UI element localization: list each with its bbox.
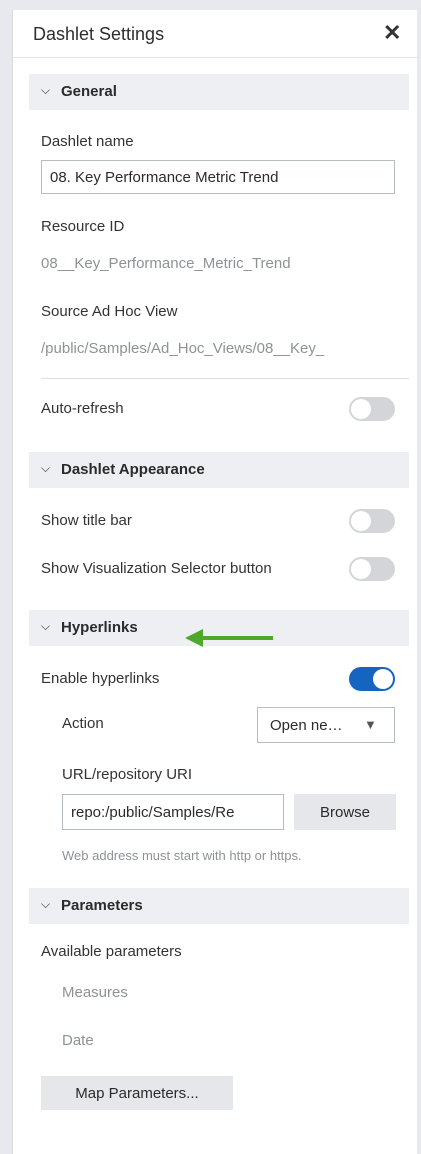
- section-title-appearance: Dashlet Appearance: [61, 461, 205, 478]
- chevron-down-icon: ⌵: [41, 461, 51, 475]
- close-icon[interactable]: ✕: [383, 20, 401, 46]
- section-header-parameters[interactable]: ⌵ Parameters: [29, 888, 409, 924]
- enable-hyperlinks-label: Enable hyperlinks: [41, 670, 160, 687]
- toggle-knob: [351, 559, 371, 579]
- parameter-item: Measures: [62, 984, 128, 1001]
- dashlet-name-input[interactable]: [41, 160, 395, 194]
- show-viz-selector-label: Show Visualization Selector button: [41, 560, 272, 577]
- resource-id-label: Resource ID: [41, 218, 125, 235]
- show-title-bar-label: Show title bar: [41, 512, 132, 529]
- panel-title-bar: Dashlet Settings ✕: [13, 10, 418, 58]
- section-title-general: General: [61, 83, 117, 100]
- map-parameters-button[interactable]: Map Parameters...: [41, 1076, 233, 1110]
- uri-hint-text: Web address must start with http or http…: [62, 848, 302, 863]
- section-title-parameters: Parameters: [61, 897, 143, 914]
- toggle-knob: [373, 669, 393, 689]
- panel-title: Dashlet Settings: [33, 24, 165, 44]
- toggle-knob: [351, 399, 371, 419]
- dashlet-name-label: Dashlet name: [41, 133, 134, 150]
- uri-label: URL/repository URI: [62, 766, 193, 783]
- auto-refresh-toggle[interactable]: [349, 397, 395, 421]
- dashlet-settings-panel: Dashlet Settings ✕ ⌵ General Dashlet nam…: [12, 10, 418, 1154]
- chevron-down-icon: ⌵: [41, 83, 51, 97]
- chevron-down-icon: ⌵: [41, 897, 51, 911]
- parameter-item: Date: [62, 1032, 94, 1049]
- toggle-knob: [351, 511, 371, 531]
- divider: [41, 378, 409, 379]
- action-label: Action: [62, 715, 104, 732]
- resource-id-value: 08__Key_Performance_Metric_Trend: [41, 255, 291, 272]
- section-header-general[interactable]: ⌵ General: [29, 74, 409, 110]
- show-viz-selector-toggle[interactable]: [349, 557, 395, 581]
- available-parameters-label: Available parameters: [41, 943, 182, 960]
- browse-button[interactable]: Browse: [294, 794, 396, 830]
- enable-hyperlinks-toggle[interactable]: [349, 667, 395, 691]
- section-header-appearance[interactable]: ⌵ Dashlet Appearance: [29, 452, 409, 488]
- uri-input[interactable]: [62, 794, 284, 830]
- source-view-value: /public/Samples/Ad_Hoc_Views/08__Key_: [41, 340, 325, 357]
- action-selected-value: Open ne…: [270, 717, 343, 734]
- arrow-left-icon: [185, 629, 273, 647]
- section-title-hyperlinks: Hyperlinks: [61, 619, 138, 636]
- caret-down-icon: ▼: [364, 717, 377, 732]
- auto-refresh-label: Auto-refresh: [41, 400, 124, 417]
- show-title-bar-toggle[interactable]: [349, 509, 395, 533]
- chevron-down-icon: ⌵: [41, 619, 51, 633]
- source-view-label: Source Ad Hoc View: [41, 303, 178, 320]
- action-select[interactable]: Open ne… ▼: [257, 707, 395, 743]
